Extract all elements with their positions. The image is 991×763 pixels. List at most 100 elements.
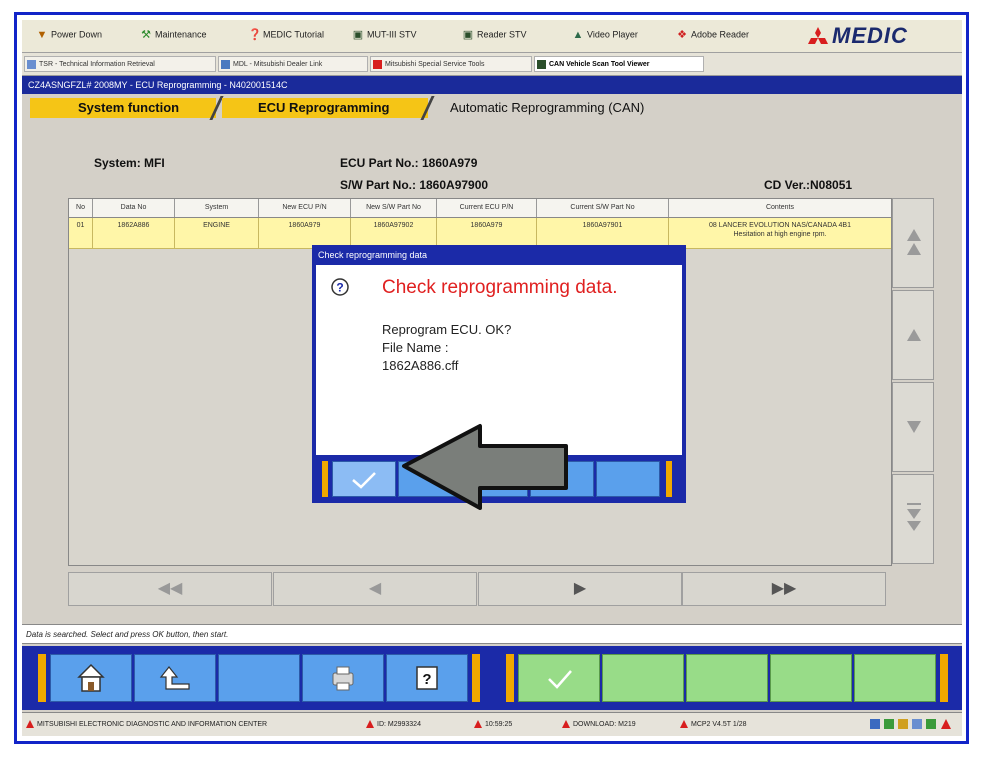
status-message: Data is searched. Select and press OK bu… <box>22 624 962 644</box>
dialog-edge <box>322 461 328 497</box>
double-left-arrow-icon: ◀◀ <box>157 580 183 597</box>
medic-app-window: ▼ Power Down ⚒ Maintenance ❓MEDIC Tutorial… <box>22 20 962 736</box>
cell-new-ecu: 1860A979 <box>259 218 351 248</box>
mut-iii-stv-button[interactable]: ▣ MUT-III STV <box>352 29 417 41</box>
cell-new-sw: 1860A97902 <box>351 218 437 248</box>
tab-mdl[interactable]: MDL - Mitsubishi Dealer Link <box>218 56 368 72</box>
help-icon: ? <box>416 666 438 690</box>
maintenance-icon: ⚒ <box>141 29 151 41</box>
reader-stv-button[interactable]: ▣ Reader STV <box>462 29 527 41</box>
step-ecu-reprogramming[interactable]: ECU Reprogramming <box>222 98 428 118</box>
checkmark-icon <box>548 670 572 689</box>
dialog-ok-button[interactable] <box>332 461 396 497</box>
video-player-button[interactable]: ▲ Video Player <box>572 29 638 41</box>
reader-icon: ▣ <box>462 29 474 41</box>
green-function-key-2[interactable] <box>602 654 684 702</box>
green-function-key-3[interactable] <box>686 654 768 702</box>
help-button[interactable]: ? <box>386 654 468 702</box>
fbar-edge <box>38 654 46 702</box>
mitsubishi-small-icon <box>26 720 34 729</box>
scroll-down-button[interactable] <box>892 382 934 472</box>
header-new-sw: New S/W Part No <box>351 199 437 217</box>
header-data-no: Data No <box>93 199 175 217</box>
step-automatic-reprogramming: Automatic Reprogramming (CAN) <box>450 100 645 115</box>
footer-bar: MITSUBISHI ELECTRONIC DIAGNOSTIC AND INF… <box>22 712 962 736</box>
scan-tool-icon <box>537 60 546 69</box>
mitsubishi-small-icon <box>373 60 382 69</box>
cell-contents: 08 LANCER EVOLUTION NAS/CANADA 4B1 Hesit… <box>669 218 891 248</box>
footer-time: 10:59:25 <box>474 713 512 736</box>
page-navigation: ◀◀ ◀ ▶ ▶▶ <box>68 572 886 606</box>
cell-system: ENGINE <box>175 218 259 248</box>
blank-function-key[interactable] <box>218 654 300 702</box>
tab-special-service-tools[interactable]: Mitsubishi Special Service Tools <box>370 56 532 72</box>
tab-can-vehicle-scan[interactable]: CAN Vehicle Scan Tool Viewer <box>534 56 704 72</box>
footer-center: MITSUBISHI ELECTRONIC DIAGNOSTIC AND INF… <box>26 713 267 736</box>
cd-version-label: CD Ver.:N08051 <box>764 178 853 192</box>
back-button[interactable] <box>134 654 216 702</box>
step-tabs: System function ECU Reprogramming Automa… <box>22 94 962 120</box>
ok-button[interactable] <box>518 654 600 702</box>
breadcrumb: CZ4ASNGFZL# 2008MY - ECU Reprogramming -… <box>22 76 962 94</box>
footer-id: ID: M2993324 <box>366 713 421 736</box>
header-system: System <box>175 199 259 217</box>
scroll-bottom-button[interactable] <box>892 474 934 564</box>
header-new-ecu: New ECU P/N <box>259 199 351 217</box>
adobe-reader-button[interactable]: ❖ Adobe Reader <box>676 29 749 41</box>
cell-no: 01 <box>69 218 93 248</box>
cell-data-no: 1862A886 <box>93 218 175 248</box>
mitsubishi-small-icon <box>562 720 570 729</box>
first-page-button[interactable]: ◀◀ <box>68 572 272 606</box>
medic-logo: MEDIC <box>808 23 932 48</box>
svg-text:?: ? <box>422 671 431 688</box>
medic-tutorial-button[interactable]: ❓MEDIC Tutorial <box>248 29 324 41</box>
cell-current-ecu: 1860A979 <box>437 218 537 248</box>
up-arrow-icon <box>907 329 921 341</box>
checkmark-icon <box>352 472 376 489</box>
task-tab-bar: TSR - Technical Information Retrieval MD… <box>22 53 962 76</box>
top-toolbar: ▼ Power Down ⚒ Maintenance ❓MEDIC Tutorial… <box>22 20 962 53</box>
mut-icon: ▣ <box>352 29 364 41</box>
tsr-icon <box>27 60 36 69</box>
power-down-button[interactable]: ▼ Power Down <box>36 29 102 41</box>
back-arrow-icon <box>159 666 190 690</box>
footer-mcp: MCP2 V4.5T 1/28 <box>680 713 747 736</box>
mitsubishi-small-icon <box>680 720 688 729</box>
dialog-edge <box>666 461 672 497</box>
header-no: No <box>69 199 93 217</box>
maintenance-button[interactable]: ⚒ Maintenance <box>140 29 206 41</box>
next-page-button[interactable]: ▶ <box>478 572 682 606</box>
scroll-top-button[interactable] <box>892 198 934 288</box>
svg-text:?: ? <box>336 281 343 295</box>
cell-current-sw: 1860A97901 <box>537 218 669 248</box>
double-down-arrow-icon <box>907 503 921 531</box>
printer-icon <box>332 666 354 691</box>
dialog-key-5[interactable] <box>596 461 660 497</box>
green-function-key-5[interactable] <box>854 654 936 702</box>
video-icon: ▲ <box>572 29 584 41</box>
down-arrow-icon <box>907 421 921 433</box>
tab-tsr[interactable]: TSR - Technical Information Retrieval <box>24 56 216 72</box>
prev-page-button[interactable]: ◀ <box>273 572 477 606</box>
contents-line-1: 08 LANCER EVOLUTION NAS/CANADA 4B1 <box>709 222 851 229</box>
scroll-up-button[interactable] <box>892 290 934 380</box>
table-header: No Data No System New ECU P/N New S/W Pa… <box>69 199 891 218</box>
header-current-sw: Current S/W Part No <box>537 199 669 217</box>
home-button[interactable] <box>50 654 132 702</box>
home-icon <box>77 663 105 692</box>
ecu-part-label: ECU Part No.: 1860A979 <box>340 156 478 170</box>
dialog-line-3: 1862A886.cff <box>382 358 459 373</box>
step-system-function[interactable]: System function <box>30 98 216 118</box>
header-contents: Contents <box>765 204 795 211</box>
mitsubishi-small-icon <box>366 720 374 729</box>
mdl-icon <box>221 60 230 69</box>
last-page-button[interactable]: ▶▶ <box>682 572 886 606</box>
dialog-line-1: Reprogram ECU. OK? <box>382 322 512 337</box>
fbar-edge <box>940 654 948 702</box>
green-function-key-4[interactable] <box>770 654 852 702</box>
function-key-bar: ? <box>22 646 962 710</box>
dialog-message: Reprogram ECU. OK? File Name : 1862A886.… <box>382 321 511 375</box>
right-arrow-icon: ▶ <box>573 580 587 597</box>
print-button[interactable] <box>302 654 384 702</box>
fbar-edge <box>506 654 514 702</box>
